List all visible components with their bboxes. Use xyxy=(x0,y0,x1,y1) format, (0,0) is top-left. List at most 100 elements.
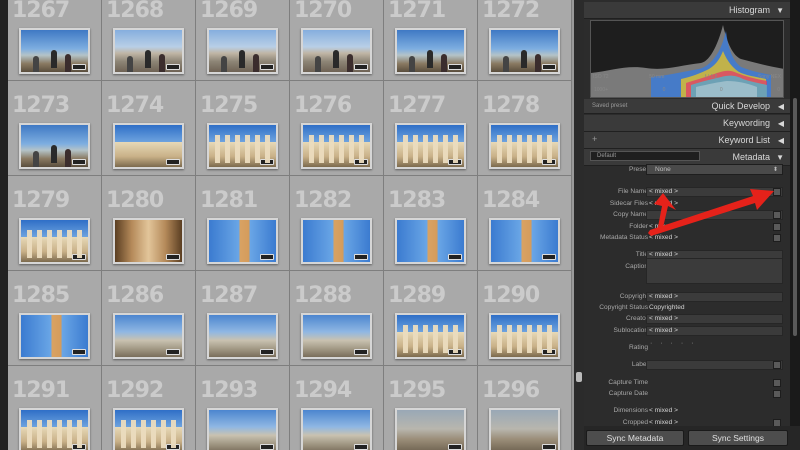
collapse-triangle-icon[interactable]: ◀ xyxy=(778,102,784,111)
grid-cell[interactable]: 1281 xyxy=(196,176,290,271)
copy-name-field[interactable] xyxy=(646,210,783,220)
metadata-badge-icon[interactable] xyxy=(542,159,556,165)
photo-thumbnail[interactable] xyxy=(207,408,278,450)
metadata-badge-icon[interactable] xyxy=(260,444,274,450)
grid-cell[interactable]: 1287 xyxy=(196,271,290,366)
photo-thumbnail[interactable] xyxy=(207,123,278,169)
quick-develop-header[interactable]: Saved preset Quick Develop ◀ xyxy=(584,99,790,114)
caption-input[interactable] xyxy=(646,258,783,284)
grid-cell[interactable]: 1279 xyxy=(8,176,102,271)
photo-thumbnail[interactable] xyxy=(113,28,184,74)
grid-cell[interactable]: 1276 xyxy=(290,81,384,176)
photo-thumbnail[interactable] xyxy=(207,28,278,74)
photo-thumbnail[interactable] xyxy=(113,313,184,359)
metadata-badge-icon[interactable] xyxy=(354,254,368,260)
grid-cell[interactable]: 1274 xyxy=(102,81,196,176)
metadata-badge-icon[interactable] xyxy=(542,349,556,355)
grid-cell[interactable]: 1294 xyxy=(290,366,384,450)
photo-thumbnail[interactable] xyxy=(19,408,90,450)
metadata-view-select[interactable]: Default xyxy=(590,151,700,161)
metadata-badge-icon[interactable] xyxy=(166,159,180,165)
grid-cell[interactable]: 1283 xyxy=(384,176,478,271)
metadata-badge-icon[interactable] xyxy=(260,349,274,355)
photo-thumbnail[interactable] xyxy=(489,218,560,264)
photo-thumbnail[interactable] xyxy=(395,218,466,264)
photo-thumbnail[interactable] xyxy=(301,28,372,74)
grid-cell[interactable]: 1278 xyxy=(478,81,572,176)
grid-cell[interactable]: 1293 xyxy=(196,366,290,450)
metadata-badge-icon[interactable] xyxy=(448,64,462,70)
metadata-badge-icon[interactable] xyxy=(166,444,180,450)
photo-thumbnail[interactable] xyxy=(301,408,372,450)
photo-thumbnail[interactable] xyxy=(113,408,184,450)
grid-cell[interactable]: 1280 xyxy=(102,176,196,271)
grid-cell[interactable]: 1270 xyxy=(290,0,384,81)
keyword-list-header[interactable]: + Keyword List ◀ xyxy=(584,132,790,149)
left-panel-edge[interactable] xyxy=(0,0,8,450)
original-photo-flag[interactable]: 1000+ xyxy=(594,87,608,97)
grid-cell[interactable]: 1267 xyxy=(8,0,102,81)
photo-thumbnail[interactable] xyxy=(489,313,560,359)
metadata-badge-icon[interactable] xyxy=(542,254,556,260)
grid-cell[interactable]: 1291 xyxy=(8,366,102,450)
grid-cell[interactable]: 1284 xyxy=(478,176,572,271)
metadata-badge-icon[interactable] xyxy=(166,349,180,355)
metadata-badge-icon[interactable] xyxy=(260,64,274,70)
photo-thumbnail[interactable] xyxy=(301,123,372,169)
grid-scrollbar[interactable] xyxy=(574,0,584,450)
metadata-badge-icon[interactable] xyxy=(448,159,462,165)
metadata-badge-icon[interactable] xyxy=(354,64,368,70)
photo-thumbnail[interactable] xyxy=(19,28,90,74)
grid-cell[interactable]: 1268 xyxy=(102,0,196,81)
grid-cell[interactable]: 1286 xyxy=(102,271,196,366)
grid-cell[interactable]: 1292 xyxy=(102,366,196,450)
grid-cell[interactable]: 1282 xyxy=(290,176,384,271)
photo-thumbnail[interactable] xyxy=(395,123,466,169)
expand-triangle-icon[interactable]: ◀ xyxy=(778,136,784,145)
label-action-icon[interactable] xyxy=(773,361,781,369)
photo-thumbnail[interactable] xyxy=(19,218,90,264)
metadata-status-action-icon[interactable] xyxy=(773,234,781,242)
photo-thumbnail[interactable] xyxy=(395,28,466,74)
grid-cell[interactable]: 1272 xyxy=(478,0,572,81)
keywording-header[interactable]: Keywording ◀ xyxy=(584,115,790,132)
metadata-badge-icon[interactable] xyxy=(448,254,462,260)
grid-cell[interactable]: 1277 xyxy=(384,81,478,176)
photo-thumbnail[interactable] xyxy=(395,408,466,450)
metadata-badge-icon[interactable] xyxy=(354,159,368,165)
metadata-badge-icon[interactable] xyxy=(354,349,368,355)
metadata-badge-icon[interactable] xyxy=(448,349,462,355)
photo-thumbnail[interactable] xyxy=(395,313,466,359)
metadata-badge-icon[interactable] xyxy=(260,254,274,260)
metadata-badge-icon[interactable] xyxy=(542,444,556,450)
metadata-badge-icon[interactable] xyxy=(72,64,86,70)
add-keyword-icon[interactable]: + xyxy=(592,134,597,144)
metadata-badge-icon[interactable] xyxy=(72,444,86,450)
metadata-badge-icon[interactable] xyxy=(354,444,368,450)
grid-cell[interactable]: 1273 xyxy=(8,81,102,176)
photo-thumbnail[interactable] xyxy=(19,123,90,169)
photo-thumbnail[interactable] xyxy=(113,123,184,169)
metadata-badge-icon[interactable] xyxy=(542,64,556,70)
grid-scroll-thumb[interactable] xyxy=(576,372,582,382)
metadata-badge-icon[interactable] xyxy=(166,254,180,260)
grid-cell[interactable]: 1275 xyxy=(196,81,290,176)
photo-thumbnail[interactable] xyxy=(489,408,560,450)
photo-thumbnail[interactable] xyxy=(113,218,184,264)
grid-cell[interactable]: 1295 xyxy=(384,366,478,450)
preset-dropdown[interactable]: None ⬍ xyxy=(646,164,783,175)
metadata-badge-icon[interactable] xyxy=(72,254,86,260)
metadata-badge-icon[interactable] xyxy=(72,349,86,355)
grid-cell[interactable]: 1288 xyxy=(290,271,384,366)
collapse-triangle-icon[interactable]: ▼ xyxy=(776,153,784,162)
metadata-badge-icon[interactable] xyxy=(166,64,180,70)
panel-scroll-thumb[interactable] xyxy=(793,98,797,336)
collapse-triangle-icon[interactable]: ▼ xyxy=(776,6,784,15)
photo-thumbnail[interactable] xyxy=(207,313,278,359)
grid-cell[interactable]: 1296 xyxy=(478,366,572,450)
photo-thumbnail[interactable] xyxy=(489,123,560,169)
grid-cell[interactable]: 1271 xyxy=(384,0,478,81)
grid-cell[interactable]: 1269 xyxy=(196,0,290,81)
copy-name-action-icon[interactable] xyxy=(773,211,781,219)
metadata-badge-icon[interactable] xyxy=(448,444,462,450)
